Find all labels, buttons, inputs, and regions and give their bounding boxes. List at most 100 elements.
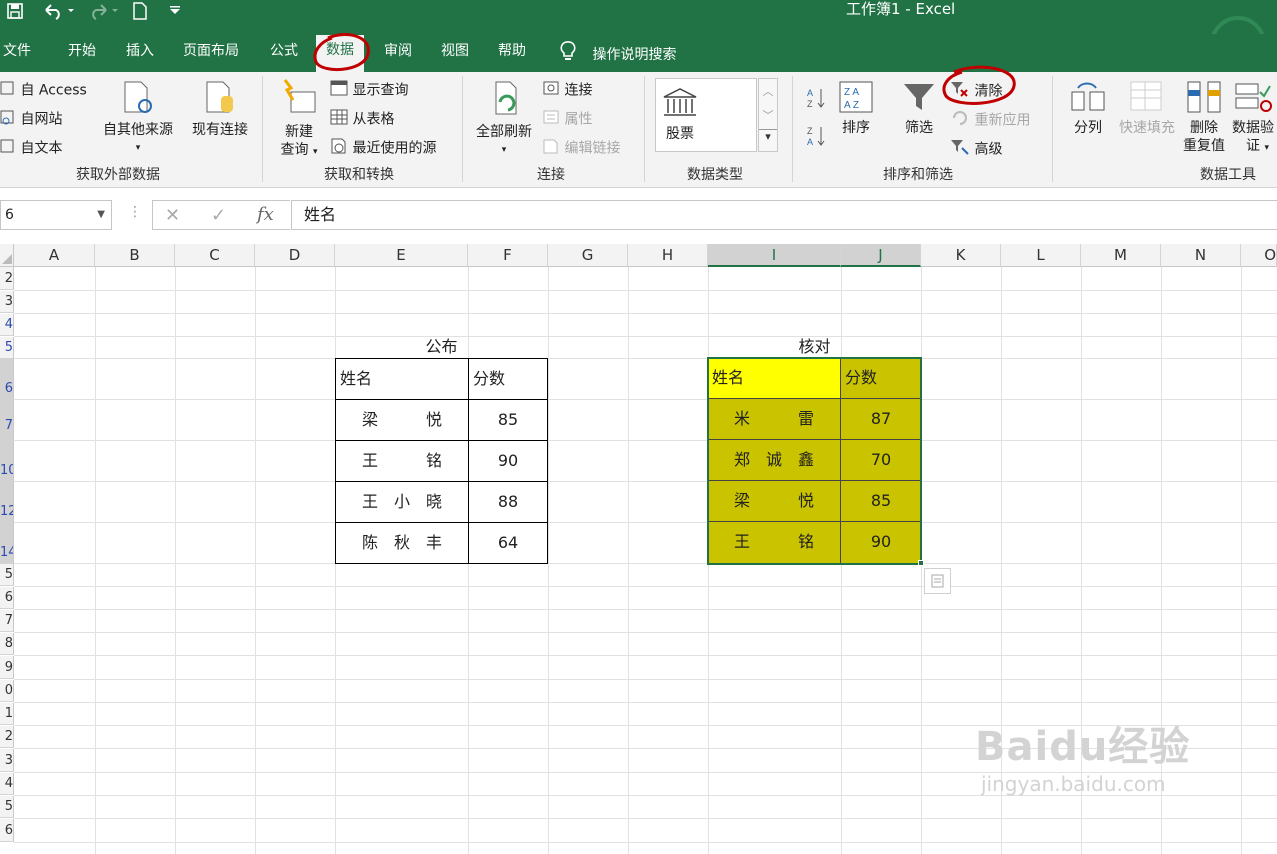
column-header-j[interactable]: J (841, 244, 921, 267)
from-table-button[interactable]: 从表格 (330, 109, 394, 130)
column-header-a[interactable]: A (14, 244, 95, 267)
text-to-columns-button[interactable]: 分列 (1068, 80, 1108, 137)
header-name-cell[interactable]: 姓名 (335, 358, 469, 400)
undo-icon[interactable] (42, 2, 74, 22)
recent-sources-button[interactable]: 最近使用的源 (330, 138, 436, 159)
properties-button[interactable]: 属性 (542, 109, 592, 130)
table-row-score[interactable]: 85 (468, 399, 548, 441)
group-separator (644, 76, 645, 182)
row-header[interactable]: 7 (0, 400, 14, 441)
worksheet-grid[interactable]: A B C D E F G H I J K L M N O 2 3 4 5 6 … (0, 244, 1277, 854)
data-validation-button[interactable]: 数据验 证 ▾ (1232, 80, 1277, 157)
column-header-e[interactable]: E (335, 244, 468, 267)
advanced-filter-button[interactable]: 高级 (950, 138, 1002, 161)
table-row-name[interactable]: 梁 悦 (335, 399, 469, 441)
name-box[interactable]: 6 ▼ (0, 200, 112, 230)
save-icon[interactable] (6, 2, 24, 22)
select-all-corner[interactable] (0, 244, 14, 267)
table-row-score[interactable]: 90 (468, 440, 548, 482)
row-header[interactable]: 7 (0, 610, 14, 632)
existing-connections-button[interactable]: 现有连接 (188, 80, 252, 139)
tab-insert[interactable]: 插入 (126, 42, 154, 60)
column-header-i[interactable]: I (708, 244, 841, 267)
row-header[interactable]: 14 (0, 523, 14, 564)
edit-links-button[interactable]: 编辑链接 (542, 138, 620, 159)
row-header[interactable]: 6 (0, 819, 14, 842)
column-header-b[interactable]: B (95, 244, 175, 267)
row-header[interactable]: 2 (0, 726, 14, 748)
refresh-all-button[interactable]: 全部刷新 ▾ (472, 78, 536, 159)
row-header[interactable]: 6 (0, 587, 14, 609)
tab-page-layout[interactable]: 页面布局 (183, 42, 239, 60)
column-header-k[interactable]: K (921, 244, 1001, 267)
tab-home[interactable]: 开始 (68, 42, 96, 60)
row-header[interactable]: 8 (0, 633, 14, 655)
row-header[interactable]: 6 (0, 359, 14, 400)
formula-input[interactable]: 姓名 (291, 200, 1277, 230)
row-header[interactable]: 4 (0, 773, 14, 795)
more-options-icon[interactable]: ⋮ (128, 204, 142, 220)
customize-icon[interactable] (168, 2, 182, 22)
column-header-d[interactable]: D (255, 244, 335, 267)
table-row-score[interactable]: 88 (468, 481, 548, 523)
other-sources-button[interactable]: 自其他来源 ▾ (100, 80, 176, 157)
quick-analysis-button[interactable] (924, 568, 951, 594)
row-header[interactable]: 0 (0, 680, 14, 702)
column-header-g[interactable]: G (548, 244, 628, 267)
row-header[interactable]: 4 (0, 314, 14, 336)
row-header[interactable]: 5 (0, 564, 14, 586)
column-header-m[interactable]: M (1081, 244, 1161, 267)
reapply-label: 重新应用 (974, 112, 1031, 129)
from-text-button[interactable]: 自文本 (0, 138, 62, 159)
tab-file[interactable]: 文件 (3, 42, 31, 60)
svg-text:Z A: Z A (844, 87, 859, 98)
flash-fill-button[interactable]: 快速填充 (1116, 80, 1178, 137)
table-row-name[interactable]: 王 小 晓 (335, 481, 469, 523)
row-header[interactable]: 10 (0, 441, 14, 482)
column-header-c[interactable]: C (175, 244, 255, 267)
sort-ascending-button[interactable]: AZ (806, 86, 826, 115)
remove-duplicates-button[interactable]: 删除 重复值 (1180, 80, 1228, 155)
row-header[interactable]: 5 (0, 796, 14, 818)
row-header[interactable]: 3 (0, 749, 14, 772)
table-row-name[interactable]: 陈 秋 丰 (335, 522, 469, 564)
new-query-button[interactable]: 新建 查询 ▾ (276, 78, 322, 161)
table-title-public[interactable]: 公布 (335, 336, 548, 358)
insert-function-icon[interactable]: fx (257, 204, 274, 225)
edit-links-label: 编辑链接 (564, 140, 621, 157)
enter-icon[interactable]: ✓ (211, 205, 226, 226)
row-header[interactable]: 2 (0, 267, 14, 290)
tab-help[interactable]: 帮助 (498, 42, 526, 60)
table-row-name[interactable]: 王 铭 (335, 440, 469, 482)
sort-descending-button[interactable]: ZA (806, 124, 826, 153)
table-row-score[interactable]: 64 (468, 522, 548, 564)
column-header-h[interactable]: H (628, 244, 708, 267)
data-type-gallery-scroll[interactable]: ︿ ﹀ ▾ (758, 78, 778, 152)
row-header[interactable]: 5 (0, 337, 14, 359)
new-file-icon[interactable] (132, 2, 148, 22)
column-header-n[interactable]: N (1161, 244, 1241, 267)
row-header[interactable]: 12 (0, 482, 14, 523)
header-score-cell[interactable]: 分数 (468, 358, 548, 400)
column-header-l[interactable]: L (1001, 244, 1081, 267)
filter-button[interactable]: 筛选 (900, 80, 938, 137)
cancel-icon[interactable]: ✕ (165, 205, 180, 226)
connections-button[interactable]: 连接 (542, 80, 592, 101)
row-header[interactable]: 3 (0, 291, 14, 313)
tab-view[interactable]: 视图 (441, 42, 469, 60)
redo-icon[interactable] (86, 2, 120, 22)
from-web-button[interactable]: 自网站 (0, 109, 62, 130)
row-header[interactable]: 9 (0, 656, 14, 679)
from-access-button[interactable]: 自 Access (0, 80, 87, 101)
column-header-f[interactable]: F (468, 244, 548, 267)
fill-handle[interactable] (918, 560, 924, 566)
column-header-o[interactable]: O (1241, 244, 1277, 267)
table-title-check[interactable]: 核对 (708, 336, 921, 358)
tell-me-search[interactable]: 操作说明搜索 (558, 40, 676, 69)
show-queries-button[interactable]: 显示查询 (330, 80, 408, 101)
sort-button[interactable]: Z A A Z 排序 (836, 80, 876, 137)
row-header[interactable]: 1 (0, 703, 14, 725)
tab-formulas[interactable]: 公式 (270, 42, 298, 60)
tab-review[interactable]: 审阅 (384, 42, 412, 60)
stocks-data-type[interactable]: 股票 (655, 78, 757, 152)
